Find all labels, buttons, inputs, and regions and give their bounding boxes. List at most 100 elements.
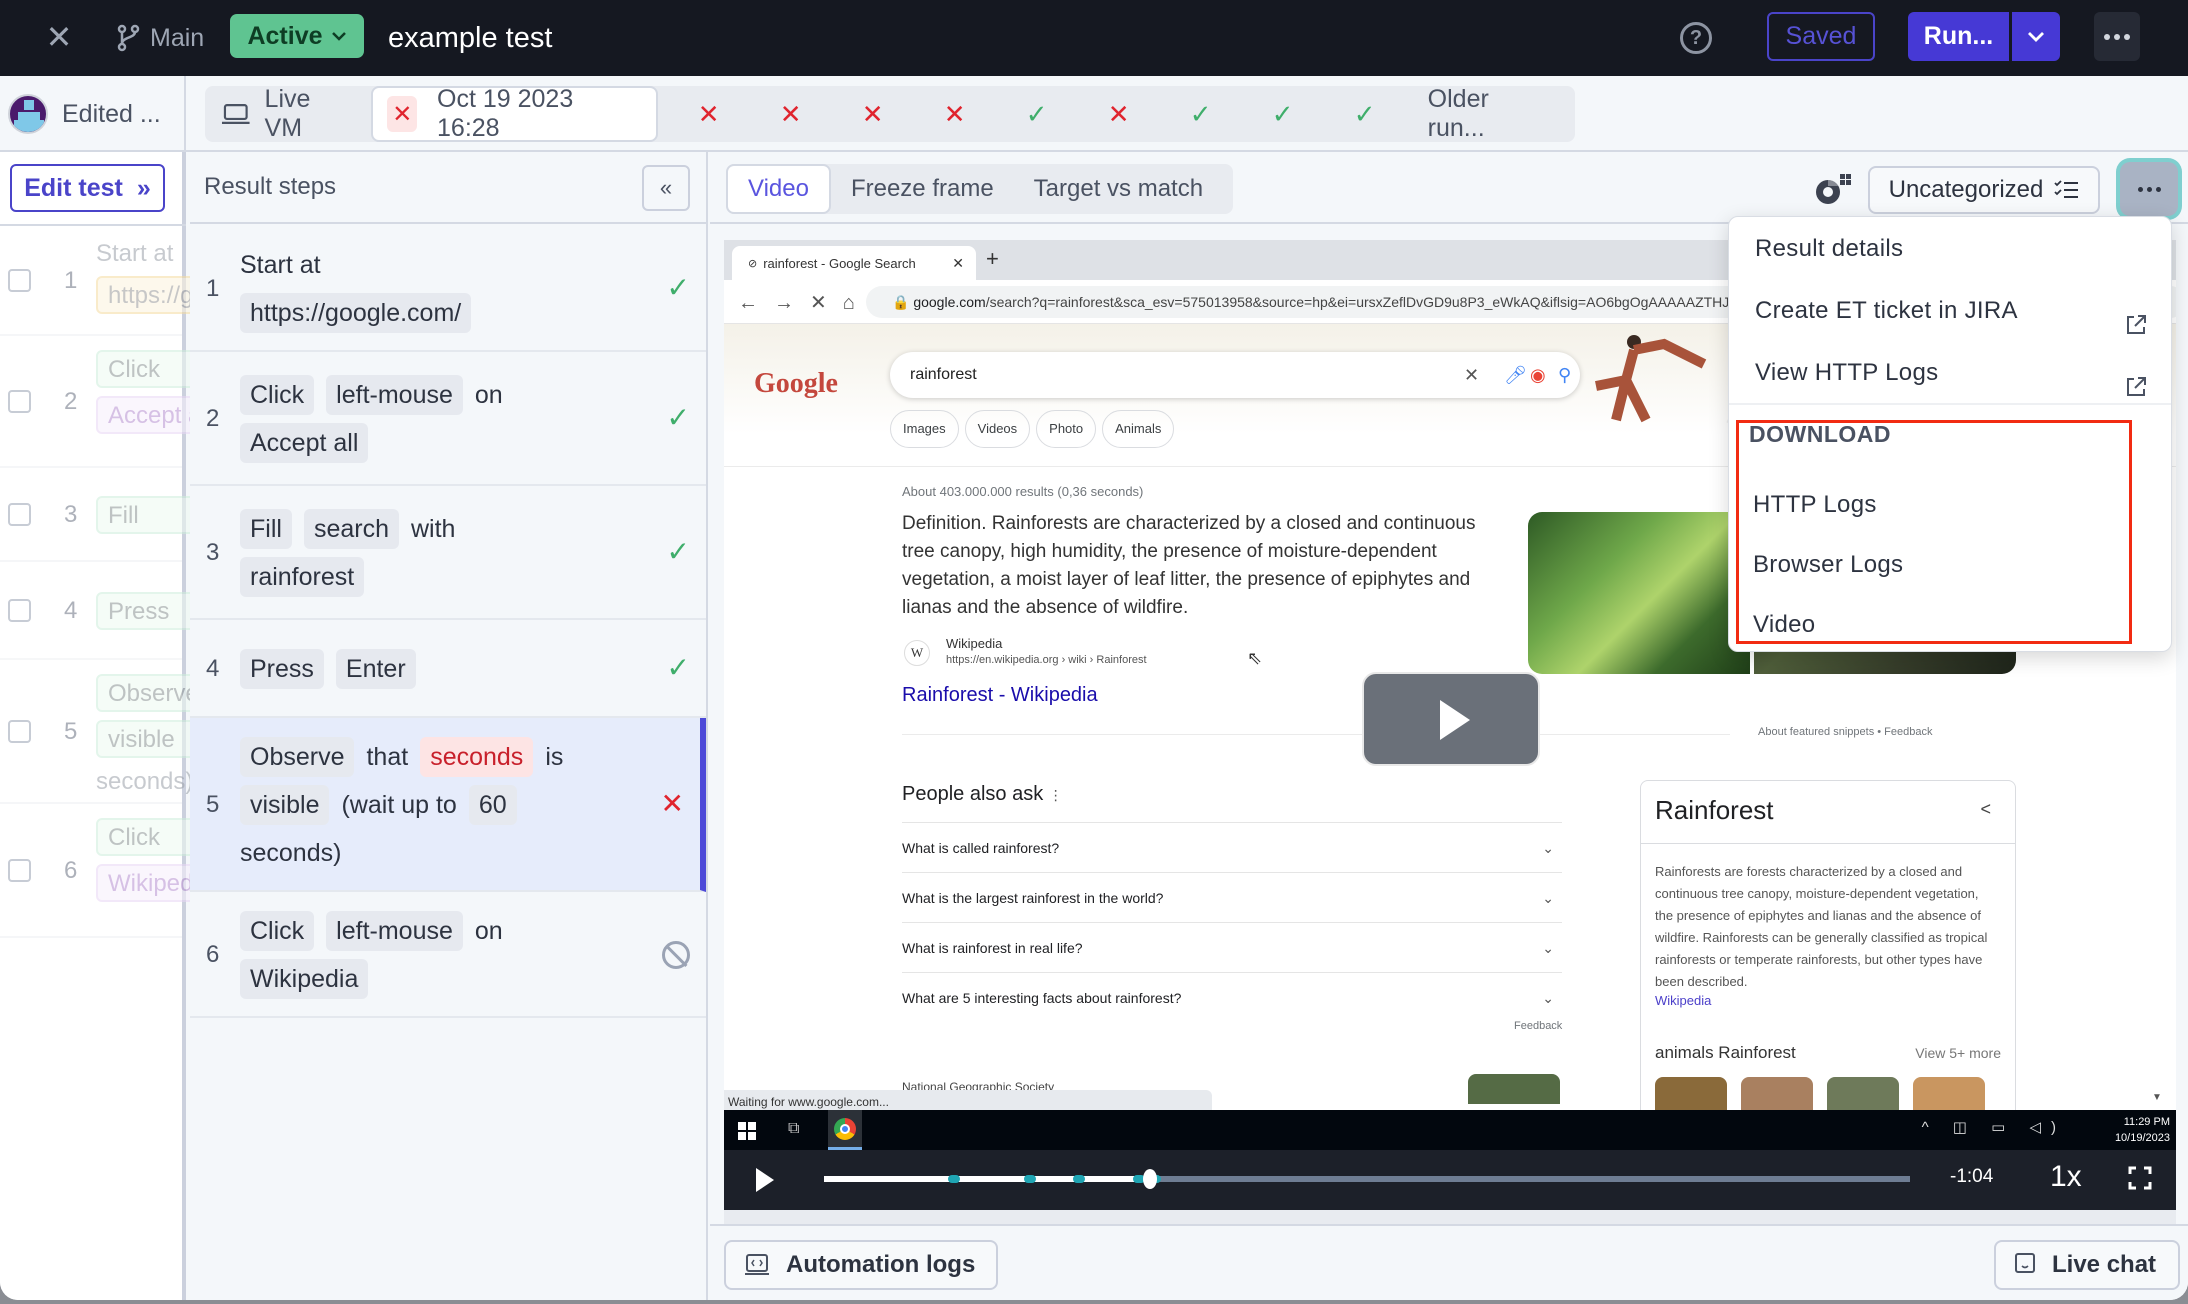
task-view-icon: ⧉ (788, 1120, 800, 1137)
step-checkbox[interactable] (8, 503, 31, 526)
collapse-panel-button[interactable]: « (642, 165, 690, 211)
close-tab-icon: ✕ (952, 254, 964, 271)
menu-item-view-http-logs[interactable]: View HTTP Logs (1729, 343, 2171, 403)
chrome-windows-icon (1816, 174, 1851, 204)
menu-item-create-et-ticket-in-jira[interactable]: Create ET ticket in JIRA (1729, 281, 2171, 341)
category-label: Uncategorized (1888, 176, 2044, 203)
run-tab-1[interactable]: ✕ (668, 99, 750, 130)
automation-logs-button[interactable]: Automation logs (724, 1240, 998, 1290)
taskbar-clock: 11:29 PM 10/19/2023 (2114, 1116, 2170, 1144)
step-chip: https://google.com/ (240, 293, 472, 333)
tab-target-vs-match[interactable]: Target vs match (1014, 164, 1223, 214)
run-options-button[interactable] (2012, 12, 2060, 61)
run-tab-3[interactable]: ✕ (832, 99, 914, 130)
video-progress (824, 1176, 1150, 1182)
kp-title: Rainforest (1655, 795, 1774, 825)
result-step-row[interactable]: 1 Start at https://google.com/ ✓ (190, 226, 706, 352)
edit-test-panel: Edit test » 1Start athttps://google.com/… (0, 152, 206, 1300)
tab-current-run[interactable]: ✕ Oct 19 2023 16:28 (371, 85, 658, 142)
play-icon[interactable] (756, 1168, 774, 1192)
edit-step-row[interactable]: 3 Fill (0, 468, 206, 562)
step-text: with (410, 514, 456, 543)
result-step-row[interactable]: 3 Fill search with rainforest ✓ (190, 486, 706, 620)
download-video[interactable]: Video (1729, 595, 2171, 655)
step-checkbox[interactable] (8, 720, 31, 743)
chrome-taskbar-icon (828, 1110, 862, 1150)
run-button[interactable]: Run... (1908, 12, 2009, 61)
step-checkbox[interactable] (8, 269, 31, 292)
older-runs-button[interactable]: Older run... (1406, 85, 1575, 143)
result-options-menu: DOWNLOAD Result details Create ET ticket … (1728, 216, 2172, 652)
edit-step-row[interactable]: 4 Press (0, 562, 206, 660)
download-section-header: DOWNLOAD (1749, 421, 1891, 447)
run-tab-7[interactable]: ✓ (1160, 99, 1242, 130)
edit-test-label: Edit test (24, 173, 123, 202)
branch-selector[interactable]: Main (116, 18, 204, 58)
result-step-row[interactable]: 4 Press Enter ✓ (190, 620, 706, 718)
fullscreen-icon[interactable] (2128, 1166, 2152, 1190)
run-tab-8[interactable]: ✓ (1242, 99, 1324, 130)
run-tab-5[interactable]: ✓ (996, 99, 1078, 130)
more-options-button[interactable] (2094, 12, 2140, 61)
menu-item-label: Create ET ticket in JIRA (1755, 297, 2018, 324)
viewer-more-button[interactable] (2120, 162, 2178, 216)
run-history-bar: Edited ... Live VM ✕ Oct 19 2023 16:28 ✕… (0, 76, 2188, 152)
download-http-logs[interactable]: HTTP Logs (1729, 475, 2171, 535)
chevron-down-icon: ⌄ (1542, 990, 1554, 1006)
run-tab-6[interactable]: ✕ (1078, 99, 1160, 130)
step-text: seconds) (96, 768, 194, 795)
result-step-row[interactable]: 6 Click left-mouse on Wikipedia (190, 892, 706, 1018)
edit-step-row[interactable]: 1Start athttps://google.com/ (0, 226, 206, 336)
category-dropdown[interactable]: Uncategorized (1868, 166, 2100, 214)
step-checkbox[interactable] (8, 390, 31, 413)
result-step-row[interactable]: 2 Click left-mouse on Accept all ✓ (190, 352, 706, 486)
menu-item-result-details[interactable]: Result details (1729, 219, 2171, 279)
tab-live-vm[interactable]: Live VM (205, 85, 371, 142)
paa-question: What is the largest rainforest in the wo… (902, 872, 1562, 922)
step-chip: Fill (240, 509, 292, 549)
seek-handle[interactable] (1142, 1169, 1157, 1189)
edit-step-row[interactable]: 2 Click Accept all (0, 336, 206, 468)
timeline-marker[interactable] (1073, 1175, 1086, 1183)
browser-tab-title: rainforest - Google Search (763, 255, 916, 271)
edit-test-button[interactable]: Edit test » (10, 164, 165, 212)
search-query: rainforest (910, 366, 977, 383)
step-number: 4 (64, 597, 78, 624)
timeline-marker[interactable] (948, 1175, 961, 1183)
step-chip: Wikipedia (240, 959, 369, 999)
close-icon[interactable]: ✕ (42, 20, 76, 54)
google-logo: Google (754, 368, 838, 399)
result-steps-title: Result steps (204, 173, 337, 200)
step-checkbox[interactable] (8, 859, 31, 882)
source-name: Wikipedia (946, 636, 1003, 651)
step-line: Observe that seconds is (240, 737, 575, 777)
edit-step-row[interactable]: 5 Observe visible seconds) (0, 660, 206, 804)
status-dropdown[interactable]: Active (230, 14, 364, 58)
edit-step-row[interactable]: 6 Click Wikipedia (0, 804, 206, 938)
featured-snippet: Definition. Rainforests are characterize… (902, 513, 1476, 618)
menu-item-label: HTTP Logs (1753, 491, 1877, 518)
run-tab-9[interactable]: ✓ (1324, 99, 1406, 130)
timeline-marker[interactable] (1024, 1175, 1037, 1183)
google-search-box: rainforest ✕ 🎤︎ ◉ ⚲ (890, 352, 1580, 398)
result-step-row[interactable]: 5 Observe that seconds is visible (wait up to 6… (190, 718, 706, 892)
app-window: ✕ Main Active example test ? Saved Run..… (0, 0, 2188, 1300)
test-title[interactable]: example test (388, 18, 552, 58)
help-icon[interactable]: ? (1680, 22, 1712, 54)
big-play-button[interactable] (1362, 672, 1540, 766)
step-checkbox[interactable] (8, 599, 31, 622)
video-seek-bar[interactable] (824, 1169, 1910, 1189)
run-tab-2[interactable]: ✕ (750, 99, 832, 130)
step-chip: Accept all (240, 423, 369, 463)
download-browser-logs[interactable]: Browser Logs (1729, 535, 2171, 595)
external-link-icon (2125, 361, 2147, 396)
run-tab-4[interactable]: ✕ (914, 99, 996, 130)
branch-name: Main (150, 23, 205, 52)
tab-freeze-frame[interactable]: Freeze frame (831, 164, 1014, 214)
globe-icon: ⊘ (748, 257, 758, 270)
step-chip: 60 (468, 785, 517, 825)
tab-video[interactable]: Video (726, 164, 831, 214)
menu-divider (1729, 403, 2171, 405)
playback-speed[interactable]: 1x (2050, 1160, 2082, 1194)
live-chat-button[interactable]: Live chat (1994, 1240, 2180, 1290)
